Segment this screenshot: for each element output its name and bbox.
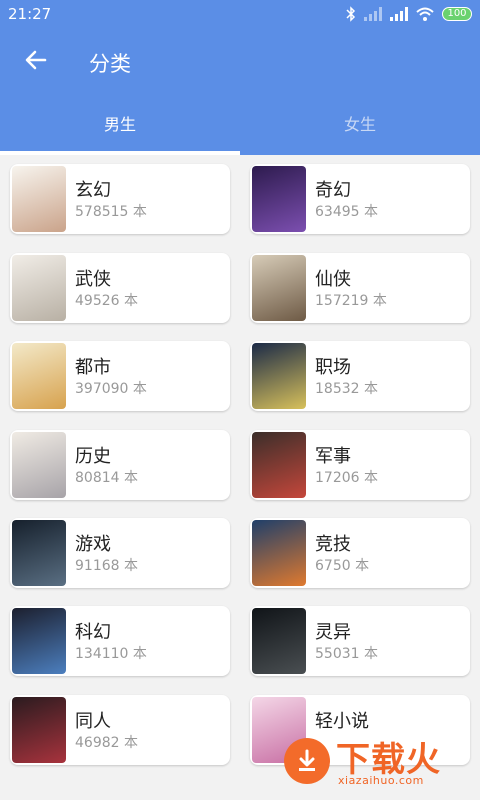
category-count: 18532 本	[315, 381, 378, 397]
book-cover-image	[12, 697, 66, 763]
category-name: 职场	[315, 357, 351, 378]
category-name: 灵异	[315, 622, 351, 643]
category-count: 157219 本	[315, 293, 387, 309]
book-cover-image	[12, 432, 66, 498]
category-card-wuxia[interactable]: 武侠 49526 本	[10, 253, 230, 323]
category-name: 军事	[315, 446, 351, 467]
page-title: 分类	[89, 52, 131, 76]
book-cover-image	[12, 520, 66, 586]
battery-icon: 100	[442, 7, 472, 21]
status-icons: 100	[346, 6, 472, 22]
category-name: 玄幻	[75, 180, 111, 201]
book-cover-image	[252, 608, 306, 674]
category-name: 同人	[75, 711, 111, 732]
tab-indicator	[0, 151, 240, 155]
category-name: 奇幻	[315, 180, 351, 201]
category-count: 134110 本	[75, 646, 147, 662]
book-cover-image	[252, 432, 306, 498]
category-name: 游戏	[75, 534, 111, 555]
category-count: 63495 本	[315, 204, 378, 220]
signal-icon-2	[390, 7, 408, 21]
battery-level: 100	[442, 7, 472, 21]
book-cover-image	[12, 166, 66, 232]
category-card-jingji[interactable]: 竞技 6750 本	[250, 518, 470, 588]
category-card-junshi[interactable]: 军事 17206 本	[250, 430, 470, 500]
watermark: 下载火 xiazaihuo.com	[284, 732, 474, 794]
back-button[interactable]	[18, 44, 54, 80]
book-cover-image	[252, 343, 306, 409]
book-cover-image	[12, 255, 66, 321]
status-bar: 21:27 100	[0, 0, 480, 30]
book-cover-image	[252, 166, 306, 232]
category-name: 竞技	[315, 534, 351, 555]
book-cover-image	[252, 255, 306, 321]
category-name: 历史	[75, 446, 111, 467]
category-name: 科幻	[75, 622, 111, 643]
category-name: 轻小说	[315, 711, 369, 732]
arrow-left-icon	[25, 49, 47, 75]
category-card-qihuan[interactable]: 奇幻 63495 本	[250, 164, 470, 234]
category-count: 46982 本	[75, 735, 138, 751]
category-card-xianxia[interactable]: 仙侠 157219 本	[250, 253, 470, 323]
book-cover-image	[252, 520, 306, 586]
category-name: 都市	[75, 357, 111, 378]
category-name: 仙侠	[315, 269, 351, 290]
category-card-tongren[interactable]: 同人 46982 本	[10, 695, 230, 765]
book-cover-image	[12, 343, 66, 409]
app-bar: 分类 男生 女生	[0, 30, 480, 155]
tab-male[interactable]: 男生	[0, 100, 240, 155]
category-count: 6750 本	[315, 558, 370, 574]
category-count: 80814 本	[75, 470, 138, 486]
category-card-zhichang[interactable]: 职场 18532 本	[250, 341, 470, 411]
watermark-url: xiazaihuo.com	[338, 774, 424, 787]
category-count: 49526 本	[75, 293, 138, 309]
download-logo-icon	[284, 738, 330, 784]
wifi-icon	[416, 7, 434, 21]
category-card-kehuan[interactable]: 科幻 134110 本	[10, 606, 230, 676]
signal-icon-1	[364, 7, 382, 21]
book-cover-image	[12, 608, 66, 674]
category-card-youxi[interactable]: 游戏 91168 本	[10, 518, 230, 588]
tab-bar: 男生 女生	[0, 100, 480, 155]
category-name: 武侠	[75, 269, 111, 290]
category-count: 17206 本	[315, 470, 378, 486]
category-count: 91168 本	[75, 558, 138, 574]
category-card-dushi[interactable]: 都市 397090 本	[10, 341, 230, 411]
status-time: 21:27	[8, 5, 52, 23]
category-card-lishi[interactable]: 历史 80814 本	[10, 430, 230, 500]
category-card-xuanhuan[interactable]: 玄幻 578515 本	[10, 164, 230, 234]
category-count: 55031 本	[315, 646, 378, 662]
category-count: 397090 本	[75, 381, 147, 397]
category-card-lingyi[interactable]: 灵异 55031 本	[250, 606, 470, 676]
tab-female[interactable]: 女生	[240, 100, 480, 155]
bluetooth-icon	[346, 6, 356, 22]
category-count: 578515 本	[75, 204, 147, 220]
